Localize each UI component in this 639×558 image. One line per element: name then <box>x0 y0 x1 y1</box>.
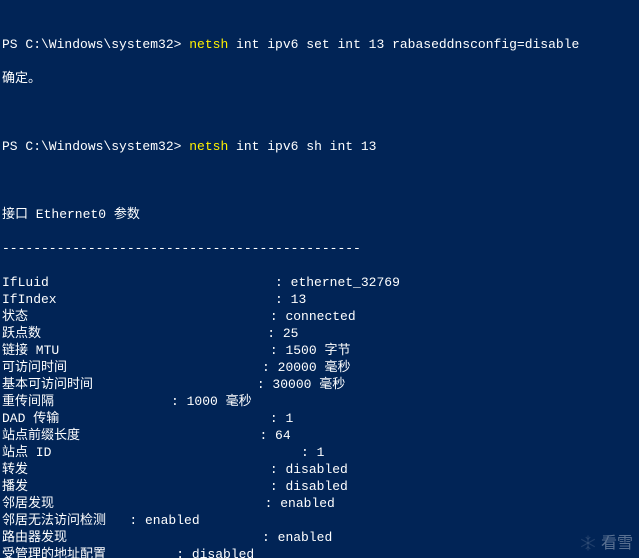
param-value: : 1 <box>270 411 293 426</box>
params-list: IfLuid : ethernet_32769IfIndex : 13状态 : … <box>2 274 637 558</box>
section-title: 接口 Ethernet0 参数 <box>2 206 637 223</box>
param-row: 重传间隔 : 1000 毫秒 <box>2 393 637 410</box>
param-row: 跃点数 : 25 <box>2 325 637 342</box>
param-name: 链接 MTU <box>2 343 270 358</box>
param-row: 可访问时间 : 20000 毫秒 <box>2 359 637 376</box>
param-value: : disabled <box>176 547 254 558</box>
param-row: 受管理的地址配置 : disabled <box>2 546 637 558</box>
param-name: 邻居发现 <box>2 496 265 511</box>
param-row: 站点前缀长度 : 64 <box>2 427 637 444</box>
prompt-path: PS C:\Windows\system32> <box>2 37 189 52</box>
param-value: : 64 <box>259 428 290 443</box>
terminal-output[interactable]: PS C:\Windows\system32> netsh int ipv6 s… <box>0 0 639 558</box>
param-value: : 1500 字节 <box>270 343 351 358</box>
param-row: 链接 MTU : 1500 字节 <box>2 342 637 359</box>
param-name: 路由器发现 <box>2 530 262 545</box>
param-row: IfLuid : ethernet_32769 <box>2 274 637 291</box>
cmd1-exe: netsh <box>189 37 228 52</box>
param-row: 站点 ID : 1 <box>2 444 637 461</box>
prompt-path: PS C:\Windows\system32> <box>2 139 189 154</box>
param-value: : connected <box>270 309 356 324</box>
param-name: 可访问时间 <box>2 360 262 375</box>
param-name: 站点前缀长度 <box>2 428 259 443</box>
param-name: 重传间隔 <box>2 394 171 409</box>
param-name: 状态 <box>2 309 270 324</box>
param-name: 基本可访问时间 <box>2 377 257 392</box>
param-value: : 1000 毫秒 <box>171 394 252 409</box>
param-row: 路由器发现 : enabled <box>2 529 637 546</box>
prompt-line-2: PS C:\Windows\system32> netsh int ipv6 s… <box>2 138 637 155</box>
param-name: DAD 传输 <box>2 411 270 426</box>
param-row: 基本可访问时间 : 30000 毫秒 <box>2 376 637 393</box>
param-value: : disabled <box>270 462 348 477</box>
prompt-line-1: PS C:\Windows\system32> netsh int ipv6 s… <box>2 36 637 53</box>
param-name: 站点 ID <box>2 445 301 460</box>
param-value: : disabled <box>270 479 348 494</box>
param-row: 播发 : disabled <box>2 478 637 495</box>
blank-line <box>2 104 637 121</box>
param-value: : 20000 毫秒 <box>262 360 350 375</box>
param-value: : 13 <box>275 292 306 307</box>
param-value: : enabled <box>262 530 332 545</box>
param-name: 播发 <box>2 479 270 494</box>
param-value: : enabled <box>265 496 335 511</box>
divider: ----------------------------------------… <box>2 240 637 257</box>
confirm-text: 确定。 <box>2 70 637 87</box>
param-value: : 30000 毫秒 <box>257 377 345 392</box>
param-row: 邻居发现 : enabled <box>2 495 637 512</box>
cmd1-args: int ipv6 set int 13 rabaseddnsconfig=dis… <box>228 37 579 52</box>
param-row: IfIndex : 13 <box>2 291 637 308</box>
blank-line <box>2 172 637 189</box>
param-name: IfIndex <box>2 292 275 307</box>
param-value: : ethernet_32769 <box>275 275 400 290</box>
cmd2-args: int ipv6 sh int 13 <box>228 139 376 154</box>
cmd2-exe: netsh <box>189 139 228 154</box>
param-value: : 1 <box>301 445 324 460</box>
param-name: IfLuid <box>2 275 275 290</box>
param-value: : enabled <box>129 513 199 528</box>
param-row: 状态 : connected <box>2 308 637 325</box>
param-name: 受管理的地址配置 <box>2 547 176 558</box>
param-row: 转发 : disabled <box>2 461 637 478</box>
param-name: 转发 <box>2 462 270 477</box>
param-row: 邻居无法访问检测 : enabled <box>2 512 637 529</box>
param-value: : 25 <box>267 326 298 341</box>
param-name: 跃点数 <box>2 326 267 341</box>
param-row: DAD 传输 : 1 <box>2 410 637 427</box>
param-name: 邻居无法访问检测 <box>2 513 129 528</box>
